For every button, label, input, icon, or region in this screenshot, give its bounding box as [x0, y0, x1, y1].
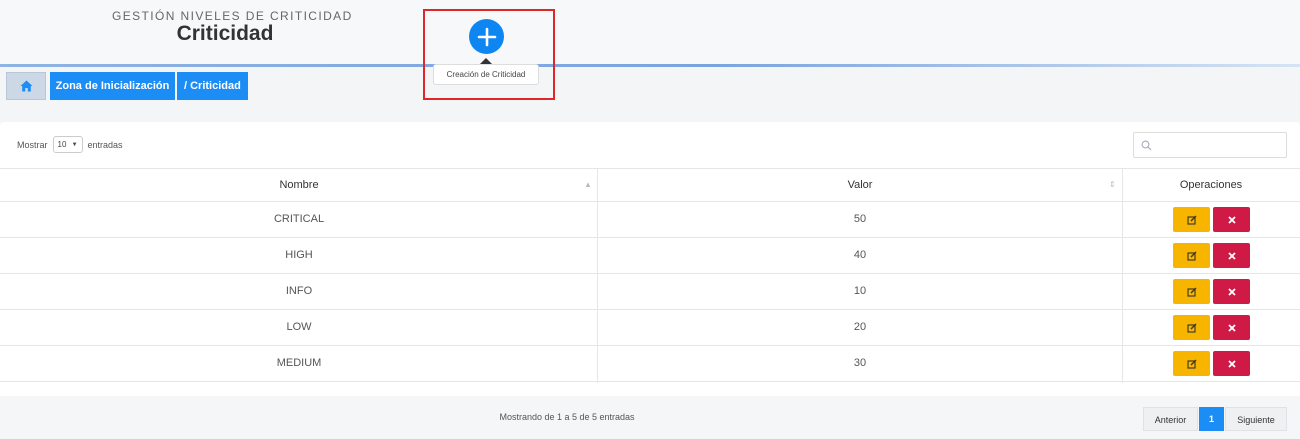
pagination-next[interactable]: Siguiente	[1225, 407, 1287, 431]
edit-button[interactable]	[1173, 315, 1210, 340]
cell-valor: 30	[853, 357, 867, 369]
highlight-box	[423, 9, 555, 100]
header-valor[interactable]: Valor	[598, 169, 1122, 201]
edit-button[interactable]	[1173, 279, 1210, 304]
length-prefix: Mostrar	[17, 139, 48, 150]
table-row: CRITICAL 50	[0, 202, 1300, 238]
page-subtitle: GESTIÓN NIVELES DE CRITICIDAD	[112, 9, 353, 23]
close-icon	[1227, 251, 1236, 260]
cell-nombre: INFO	[285, 285, 313, 297]
sort-icon[interactable]: ⇕	[1109, 169, 1116, 201]
delete-button[interactable]	[1213, 351, 1250, 376]
close-icon	[1227, 359, 1236, 368]
table-row: LOW 20	[0, 310, 1300, 346]
table-footer: Mostrando de 1 a 5 de 5 entradas Anterio…	[0, 396, 1300, 439]
table-row: MEDIUM 30	[0, 346, 1300, 382]
table-row: INFO 10	[0, 274, 1300, 310]
cell-valor: 10	[853, 285, 867, 297]
edit-button[interactable]	[1173, 207, 1210, 232]
length-value: 10	[57, 140, 67, 149]
cell-valor: 50	[853, 213, 867, 225]
edit-icon	[1186, 323, 1196, 333]
table-header: Nombre ▲ Valor ⇕ Operaciones	[0, 168, 1300, 202]
edit-button[interactable]	[1173, 243, 1210, 268]
cell-nombre: HIGH	[285, 249, 313, 261]
table-panel: Mostrar 10 ▼ entradas Nombre ▲ Valor ⇕ O…	[0, 122, 1300, 439]
table-row: HIGH 40	[0, 238, 1300, 274]
cell-valor: 40	[853, 249, 867, 261]
chevron-down-icon: ▼	[71, 141, 78, 148]
delete-button[interactable]	[1213, 207, 1250, 232]
search-icon	[1141, 140, 1152, 150]
delete-button[interactable]	[1213, 279, 1250, 304]
header-operaciones: Operaciones	[1179, 179, 1243, 191]
delete-button[interactable]	[1213, 243, 1250, 268]
breadcrumb-home[interactable]	[6, 72, 46, 100]
pagination-page-1[interactable]: 1	[1199, 407, 1224, 431]
pagination-previous[interactable]: Anterior	[1143, 407, 1198, 431]
cell-valor: 20	[853, 321, 867, 333]
cell-nombre: CRITICAL	[273, 213, 325, 225]
edit-icon	[1186, 287, 1196, 297]
close-icon	[1227, 215, 1236, 224]
close-icon	[1227, 323, 1236, 332]
cell-nombre: LOW	[286, 321, 312, 333]
length-suffix: entradas	[87, 139, 123, 150]
sort-asc-icon[interactable]: ▲	[584, 169, 592, 201]
search-box[interactable]	[1133, 132, 1287, 158]
breadcrumb-zona-inicializacion[interactable]: Zona de Inicialización	[50, 72, 175, 100]
home-icon	[20, 80, 32, 92]
breadcrumb-criticidad[interactable]: / Criticidad	[177, 72, 248, 100]
edit-icon	[1186, 359, 1196, 369]
cell-nombre: MEDIUM	[276, 357, 322, 369]
length-select[interactable]: 10 ▼	[52, 136, 83, 153]
header-divider	[0, 64, 1300, 67]
length-control: Mostrar 10 ▼ entradas	[17, 136, 123, 153]
delete-button[interactable]	[1213, 315, 1250, 340]
table-info: Mostrando de 1 a 5 de 5 entradas	[499, 412, 635, 422]
edit-icon	[1186, 215, 1196, 225]
header-nombre[interactable]: Nombre	[0, 169, 598, 201]
edit-button[interactable]	[1173, 351, 1210, 376]
page-title: Criticidad	[176, 22, 274, 45]
search-input[interactable]	[1156, 138, 1280, 152]
close-icon	[1227, 287, 1236, 296]
edit-icon	[1186, 251, 1196, 261]
